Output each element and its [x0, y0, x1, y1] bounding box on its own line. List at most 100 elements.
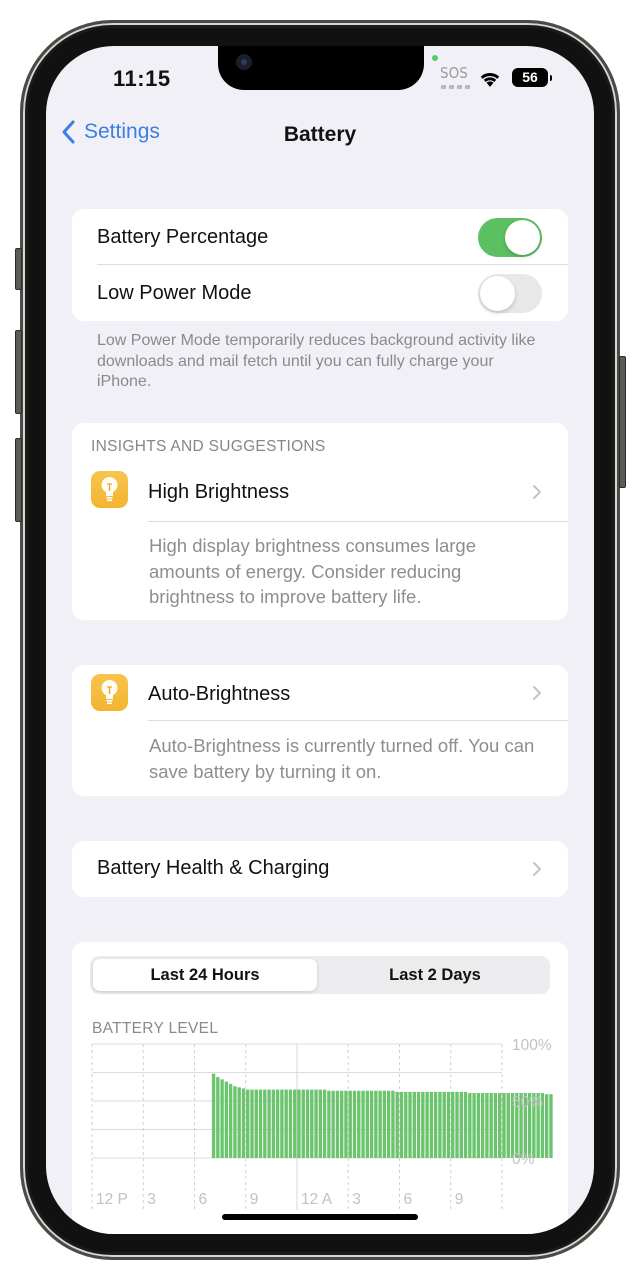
x-tick-label: 9 [455, 1191, 464, 1208]
chart-bar [391, 1090, 395, 1158]
high-brightness-row[interactable]: High Brightness [72, 468, 568, 520]
low-power-mode-label: Low Power Mode [97, 281, 252, 304]
home-indicator[interactable] [222, 1214, 418, 1220]
segment-last-24-hours[interactable]: Last 24 Hours [93, 959, 317, 991]
auto-brightness-card: Auto-Brightness Auto-Brightness is curre… [72, 665, 568, 796]
chart-bar [455, 1091, 459, 1158]
chart-bar [288, 1089, 293, 1158]
chart-bar [506, 1093, 510, 1158]
wifi-icon [480, 72, 500, 87]
chevron-right-icon [533, 686, 541, 700]
power-button [619, 356, 626, 488]
toggle-knob [505, 219, 540, 255]
chart-bar [476, 1093, 481, 1158]
chart-bar [211, 1073, 216, 1158]
x-tick-label: 12 A [301, 1191, 333, 1208]
y-tick-label: 50% [512, 1094, 543, 1111]
chart-bar [348, 1090, 352, 1158]
chart-bar [502, 1093, 506, 1158]
chart-bar [293, 1089, 297, 1158]
section-header: INSIGHTS AND SUGGESTIONS [91, 438, 326, 455]
chart-bar [254, 1089, 258, 1158]
x-tick-label: 3 [147, 1191, 156, 1208]
chart-bar [485, 1093, 489, 1158]
chart-title: BATTERY LEVEL [92, 1020, 219, 1037]
y-tick-label: 100% [512, 1038, 552, 1054]
chart-bar [271, 1089, 276, 1158]
screen: 11:15 SOS 56 Settings Battery Battery Pe… [46, 46, 594, 1234]
chart-bar [246, 1089, 250, 1158]
low-power-mode-row: Low Power Mode [72, 265, 568, 321]
lightbulb-icon [91, 674, 128, 711]
volume-down-button [15, 438, 22, 522]
chart-bar [297, 1089, 301, 1158]
chart-bar [365, 1090, 370, 1158]
chevron-right-icon [533, 862, 541, 876]
high-brightness-description: High display brightness consumes large a… [149, 535, 477, 607]
chart-bar [404, 1091, 408, 1158]
x-tick-label: 9 [250, 1191, 259, 1208]
chart-bar [340, 1090, 344, 1158]
battery-usage-card: Last 24 Hours Last 2 Days BATTERY LEVEL … [72, 942, 568, 1234]
x-tick-label: 6 [404, 1191, 413, 1208]
chart-bar [374, 1090, 378, 1158]
chevron-right-icon [533, 485, 541, 499]
chart-bar [468, 1093, 472, 1158]
chart-bar [382, 1090, 387, 1158]
auto-brightness-row[interactable]: Auto-Brightness [72, 665, 568, 721]
low-power-mode-toggle[interactable] [478, 273, 542, 313]
battery-level-chart: 100% 50% 0% 12 P 3 6 9 12 A 3 6 9 [91, 1038, 553, 1210]
x-tick-label: 12 P [96, 1191, 128, 1208]
chart-bar [361, 1090, 365, 1158]
chart-bar [224, 1081, 229, 1158]
lightbulb-icon [91, 471, 128, 508]
chart-bar [438, 1091, 442, 1158]
chart-bar [498, 1093, 502, 1158]
chart-bar [258, 1089, 263, 1158]
chart-bar [327, 1090, 331, 1158]
chart-bar [357, 1090, 361, 1158]
chart-bar [412, 1091, 416, 1158]
chart-bar [399, 1091, 404, 1158]
toggles-card: Battery Percentage Low Power Mode [72, 209, 568, 321]
chart-bar [344, 1090, 348, 1158]
chart-bar [250, 1089, 254, 1158]
battery-indicator: 56 [512, 68, 548, 87]
chart-bar [310, 1089, 314, 1158]
chart-bar [549, 1094, 553, 1158]
chart-bar [220, 1079, 224, 1158]
auto-brightness-description: Auto-Brightness is currently turned off.… [149, 735, 535, 782]
time-range-segmented-control: Last 24 Hours Last 2 Days [90, 956, 550, 994]
chart-bar [446, 1091, 451, 1158]
divider [148, 720, 568, 721]
chart-bar [545, 1094, 549, 1158]
chart-bar [429, 1091, 434, 1158]
chart-bar [463, 1091, 468, 1158]
toggle-knob [480, 275, 515, 311]
segment-last-2-days[interactable]: Last 2 Days [323, 959, 547, 991]
chart-bar [322, 1089, 327, 1158]
chart-bar [386, 1090, 391, 1158]
chart-bar [421, 1091, 425, 1158]
chart-bar [489, 1093, 493, 1158]
sos-indicator: SOS [440, 64, 468, 82]
chart-bar [263, 1089, 267, 1158]
auto-brightness-title: Auto-Brightness [148, 683, 291, 705]
chart-bar [280, 1089, 284, 1158]
battery-percentage-toggle[interactable] [478, 217, 542, 257]
y-tick-label: 0% [512, 1151, 535, 1168]
chart-bar [216, 1077, 220, 1158]
battery-tip [550, 75, 552, 81]
chart-bar [352, 1090, 357, 1158]
battery-health-row[interactable]: Battery Health & Charging [72, 841, 568, 897]
x-tick-label: 6 [199, 1191, 208, 1208]
chart-bar [301, 1089, 305, 1158]
chart-bar [369, 1090, 374, 1158]
chart-bar [331, 1090, 335, 1158]
chart-bar [480, 1093, 485, 1158]
chart-bar [451, 1091, 455, 1158]
signal-bars-icon [441, 85, 470, 89]
chart-bar [416, 1091, 421, 1158]
chart-bar [395, 1091, 399, 1158]
insights-card: INSIGHTS AND SUGGESTIONS High Brightness… [72, 423, 568, 620]
